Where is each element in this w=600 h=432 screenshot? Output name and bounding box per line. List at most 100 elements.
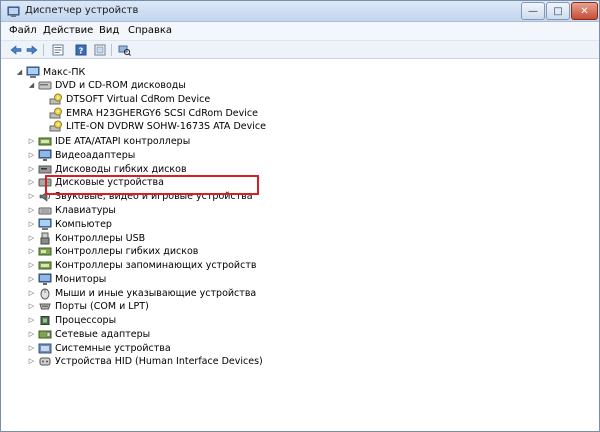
expand-arrow-icon[interactable]: ▷ [27,203,36,217]
computer-icon [38,218,52,230]
processor-icon [40,315,50,325]
refresh-icon [94,44,106,56]
svg-text:?: ? [79,47,84,56]
dvd-device-emra[interactable]: EMRA H23GHERGY6 SCSI CdRom Device [47,106,258,120]
expand-arrow-icon[interactable]: ▷ [27,272,36,286]
tree-item-monitors[interactable]: ▷ Мониторы [27,272,106,286]
scan-hardware-icon [118,45,131,56]
computer-icon [26,66,40,78]
tree-item-network[interactable]: ▷ Сетевые адаптеры [27,327,150,341]
collapse-arrow-icon[interactable]: ◢ [15,65,24,79]
properties-icon [52,44,64,56]
toolbar-separator [111,44,112,56]
disc-drive-icon [49,120,62,131]
forward-arrow-icon [26,45,38,55]
minimize-button[interactable]: — [521,2,545,20]
menu-file[interactable]: Файл [9,25,37,36]
device-label: EMRA H23GHERGY6 SCSI CdRom Device [66,107,258,119]
expand-arrow-icon[interactable]: ▷ [27,327,36,341]
expand-arrow-icon[interactable]: ▷ [27,162,36,176]
tree-item-label: Процессоры [55,314,117,326]
tree-item-label: IDE ATA/ATAPI контроллеры [55,135,191,147]
device-tree: ◢ Макс-ПК ◢ DVD и CD-ROM дисководы DTSOF… [5,63,597,429]
back-button[interactable] [9,43,23,57]
tree-item-label: DVD и CD-ROM дисководы [55,79,186,91]
dvd-device-liteon[interactable]: LITE-ON DVDRW SOHW-1673S ATA Device [47,119,266,133]
expand-arrow-icon[interactable]: ▷ [27,134,36,148]
monitor-icon [38,149,52,161]
device-label: LITE-ON DVDRW SOHW-1673S ATA Device [66,120,266,132]
menu-help[interactable]: Справка [128,25,172,36]
tree-item-label: Системные устройства [55,342,171,354]
dvd-device-dtsoft[interactable]: DTSOFT Virtual CdRom Device [47,92,210,106]
menu-view[interactable]: Вид [99,25,119,36]
tree-item-label: Сетевые адаптеры [55,328,151,340]
tree-item-computer[interactable]: ▷ Компьютер [27,217,112,231]
tree-root-label: Макс-ПК [43,66,86,78]
toolbar-separator [43,44,44,56]
ide-controller-icon [38,137,52,145]
tree-item-label: Порты (COM и LPT) [55,300,149,312]
tree-item-keyboard[interactable]: ▷ Клавиатуры [27,203,116,217]
tree-item-ide[interactable]: ▷ IDE ATA/ATAPI контроллеры [27,134,190,148]
window-title: Диспетчер устройств [25,5,139,16]
hid-device-icon [39,357,51,365]
system-devices-icon [38,343,52,353]
tree-item-processors[interactable]: ▷ Процессоры [27,313,116,327]
tree-item-label: Мыши и иные указывающие устройства [55,287,257,299]
menu-bar: Файл Действие Вид Справка [1,22,599,41]
port-icon [39,303,51,309]
tree-item-usb[interactable]: ▷ Контроллеры USB [27,231,145,245]
tree-item-dvd[interactable]: ◢ DVD и CD-ROM дисководы [27,78,186,92]
tree-item-label: Дисководы гибких дисков [55,163,187,175]
tree-item-system[interactable]: ▷ Системные устройства [27,341,171,355]
expand-arrow-icon[interactable]: ▷ [27,175,36,189]
refresh-button[interactable] [93,43,107,57]
tree-item-label: Контроллеры запоминающих устройств [55,259,257,271]
tree-item-floppy-controller[interactable]: ▷ Контроллеры гибких дисков [27,244,199,258]
floppy-controller-icon [38,247,52,255]
tree-item-label: Контроллеры гибких дисков [55,245,199,257]
expand-arrow-icon[interactable]: ▷ [27,217,36,231]
tree-item-floppy[interactable]: ▷ Дисководы гибких дисков [27,162,187,176]
maximize-button[interactable]: □ [546,2,570,20]
network-adapter-icon [38,330,52,338]
menu-action[interactable]: Действие [43,25,93,36]
expand-arrow-icon[interactable]: ▷ [27,341,36,355]
collapse-arrow-icon[interactable]: ◢ [27,78,36,92]
keyboard-icon [38,207,52,214]
properties-button[interactable] [51,43,65,57]
usb-icon [40,232,50,244]
tree-item-ports[interactable]: ▷ Порты (COM и LPT) [27,299,149,313]
expand-arrow-icon[interactable]: ▷ [27,244,36,258]
close-button[interactable]: ✕ [571,2,598,20]
expand-arrow-icon[interactable]: ▷ [27,299,36,313]
expand-arrow-icon[interactable]: ▷ [27,231,36,245]
floppy-drive-icon [38,165,52,173]
help-button[interactable]: ? [74,43,88,57]
forward-button[interactable] [25,43,39,57]
expand-arrow-icon[interactable]: ▷ [27,286,36,300]
disc-drive-icon [49,107,62,118]
tree-item-storage-controller[interactable]: ▷ Контроллеры запоминающих устройств [27,258,257,272]
tree-item-label: Клавиатуры [55,204,116,216]
title-bar: Диспетчер устройств — □ ✕ [1,1,599,22]
device-manager-window: Диспетчер устройств — □ ✕ Файл Действие … [0,0,600,432]
expand-arrow-icon[interactable]: ▷ [27,354,36,368]
scan-hardware-button[interactable] [117,43,131,57]
tree-item-label: Мониторы [55,273,107,285]
tree-item-video[interactable]: ▷ Видеоадаптеры [27,148,135,162]
monitor-icon [38,273,52,285]
tree-item-label: Устройства HID (Human Interface Devices) [55,355,263,367]
cdrom-drive-icon [38,81,52,89]
tree-item-hid[interactable]: ▷ Устройства HID (Human Interface Device… [27,354,263,368]
device-label: DTSOFT Virtual CdRom Device [66,93,211,105]
expand-arrow-icon[interactable]: ▷ [27,148,36,162]
expand-arrow-icon[interactable]: ▷ [27,189,36,203]
expand-arrow-icon[interactable]: ▷ [27,313,36,327]
highlight-box [45,175,259,195]
expand-arrow-icon[interactable]: ▷ [27,258,36,272]
tree-root[interactable]: ◢ Макс-ПК [15,65,85,79]
tree-item-mice[interactable]: ▷ Мыши и иные указывающие устройства [27,286,256,300]
tree-item-label: Компьютер [55,218,112,230]
